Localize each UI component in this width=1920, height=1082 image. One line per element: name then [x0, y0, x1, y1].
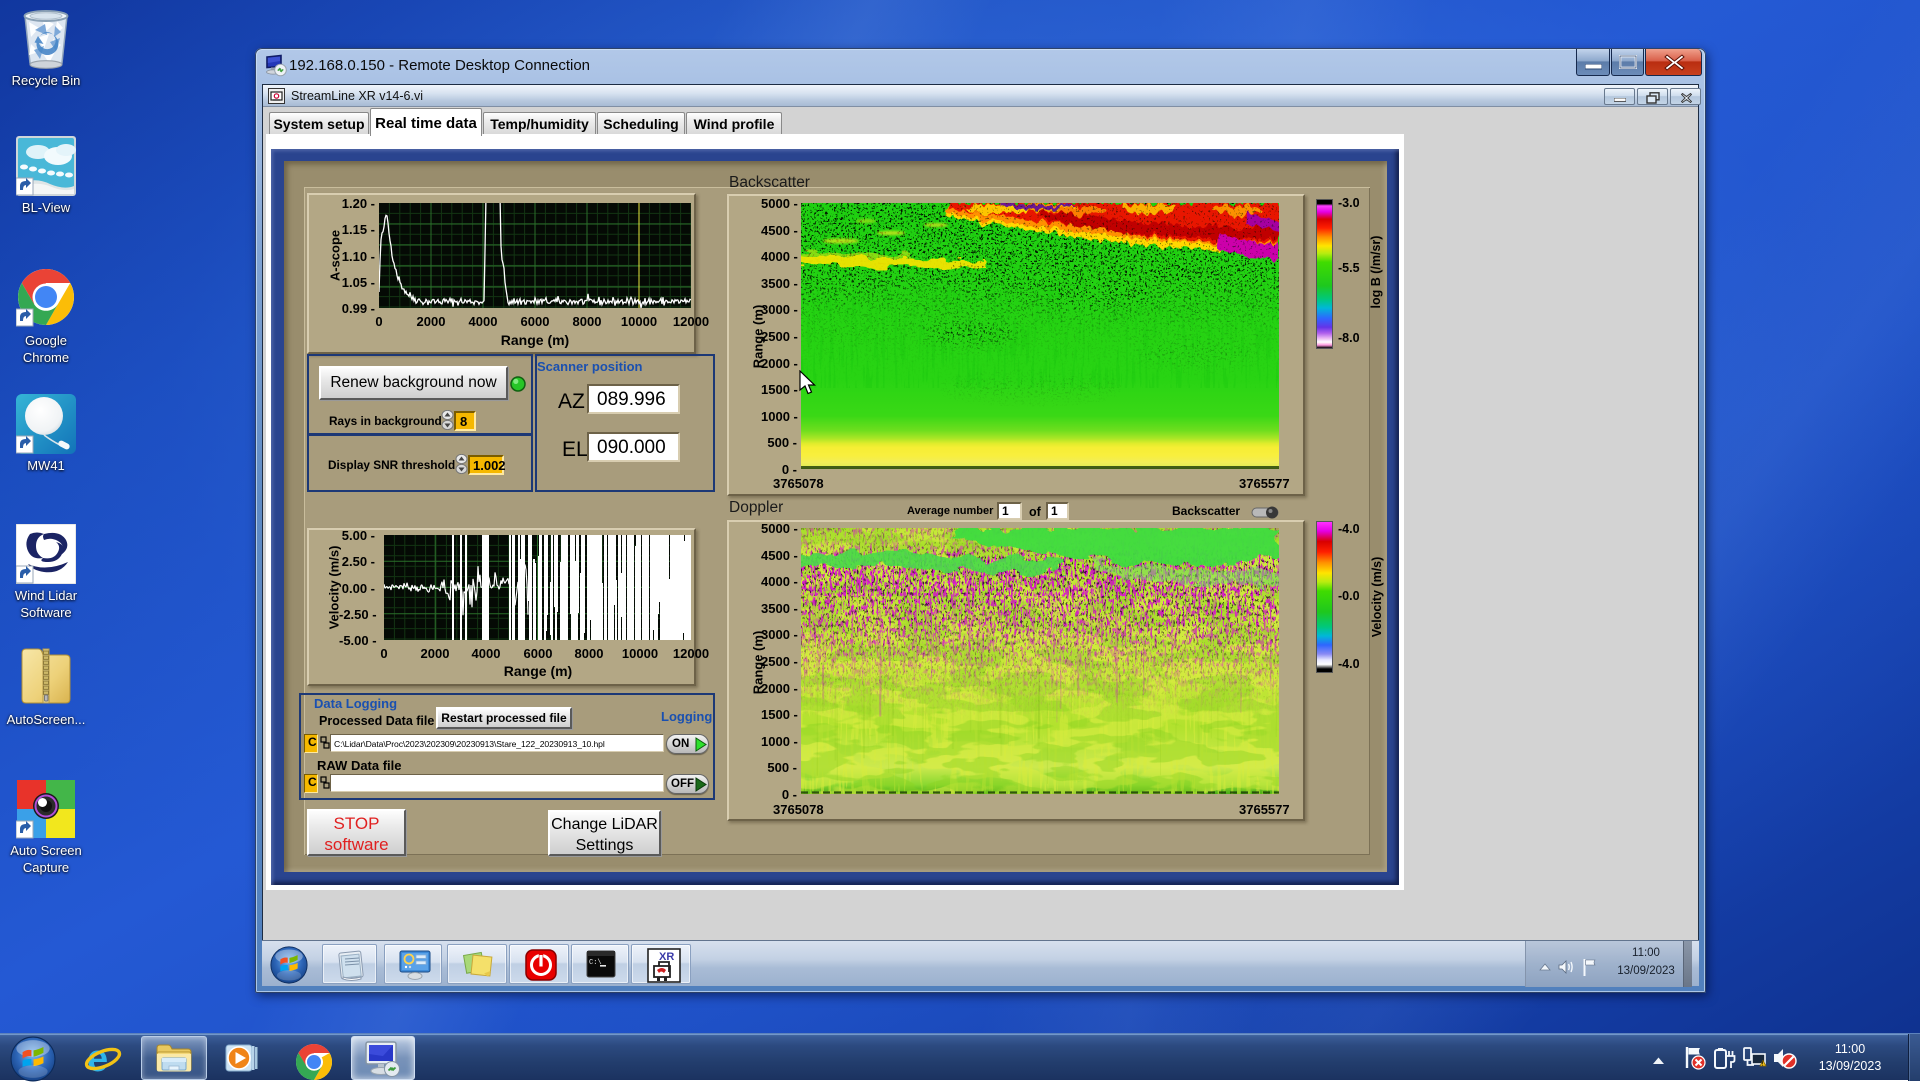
svg-text:C:\: C:\: [589, 959, 602, 967]
svg-text:!: !: [1762, 1062, 1764, 1068]
